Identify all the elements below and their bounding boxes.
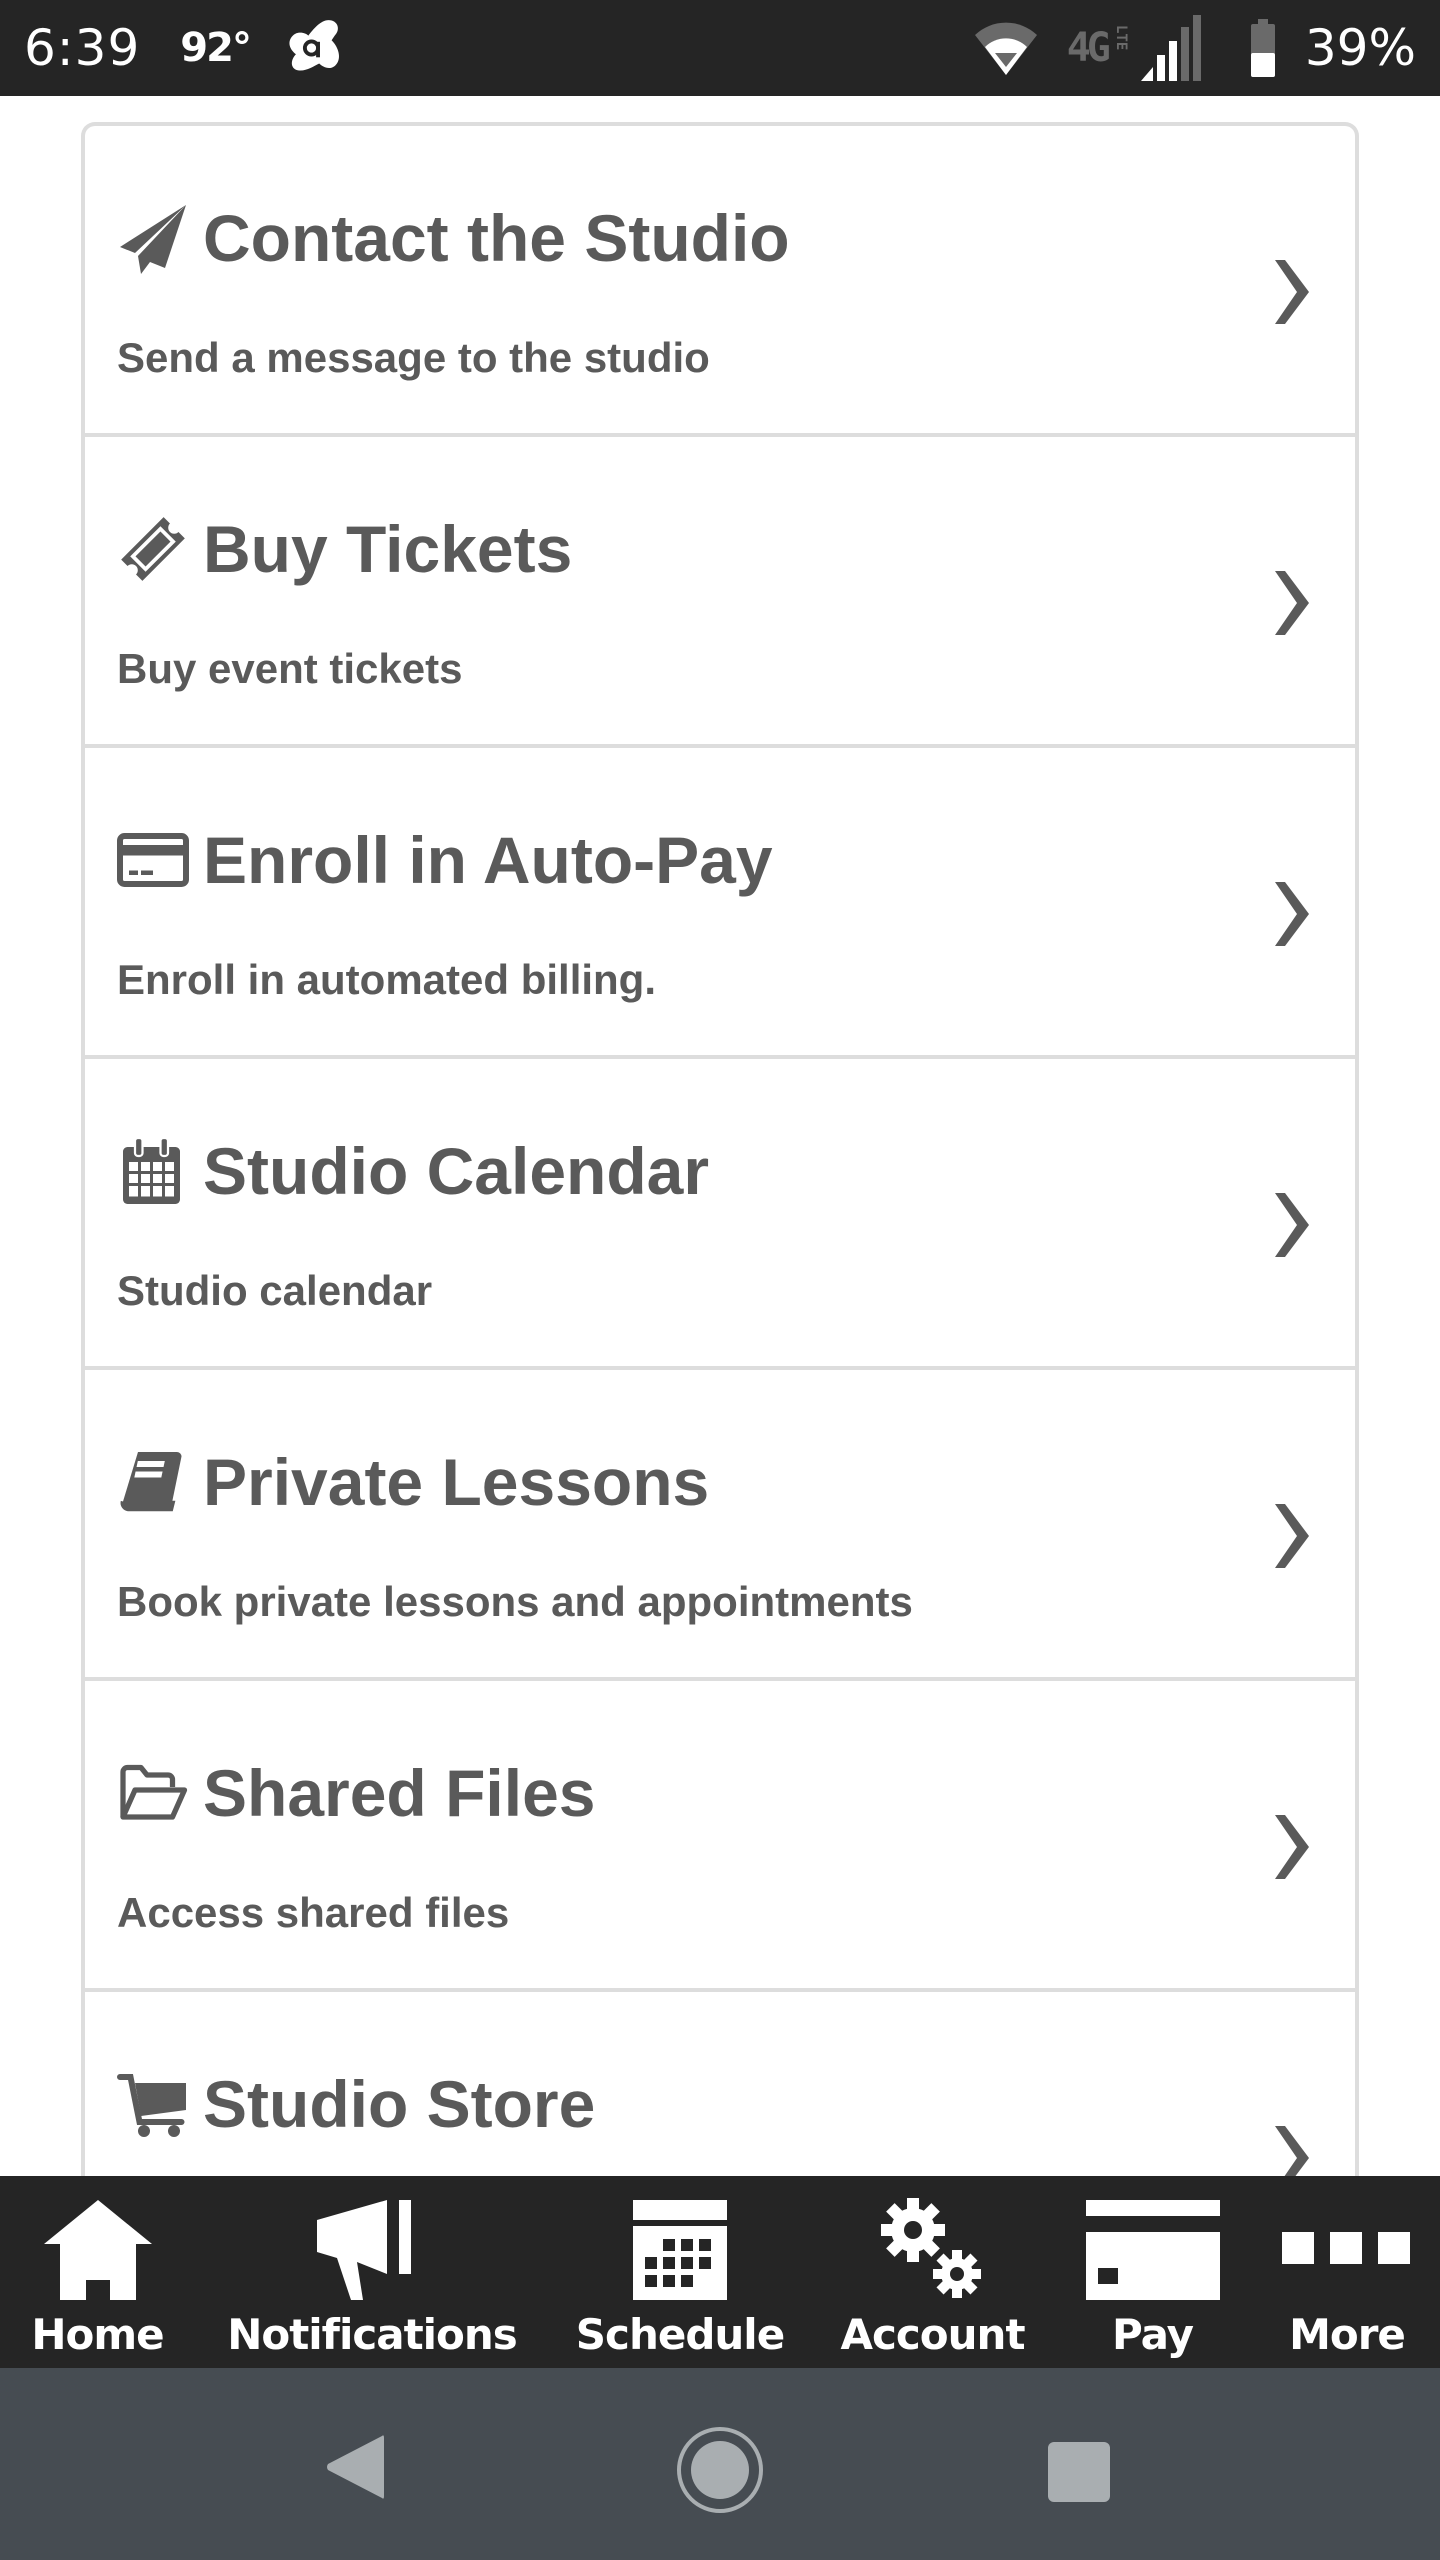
menu-item-buy-tickets[interactable]: Buy Tickets Buy event tickets xyxy=(85,437,1355,748)
more-icon xyxy=(1282,2198,1412,2302)
menu-item-title-row: Buy Tickets xyxy=(117,511,572,587)
back-icon[interactable] xyxy=(326,2434,384,2500)
menu-list: Contact the Studio Send a message to the… xyxy=(81,122,1359,2202)
status-temperature: 92° xyxy=(180,25,252,71)
network-type: 4G xyxy=(1066,25,1111,71)
battery-icon xyxy=(1250,19,1275,77)
ticket-icon xyxy=(117,513,189,585)
tab-label: Home xyxy=(31,2310,164,2359)
megaphone-icon xyxy=(317,2198,427,2302)
tab-schedule[interactable]: Schedule xyxy=(570,2176,790,2359)
tab-pay[interactable]: Pay xyxy=(1075,2176,1230,2359)
chevron-right-icon xyxy=(1275,260,1309,324)
menu-item-title: Studio Store xyxy=(203,2067,596,2141)
bottom-tab-bar: Home Notifications Schedule Account Pay … xyxy=(0,2176,1440,2368)
tab-label: More xyxy=(1289,2310,1406,2359)
home-nav-icon[interactable] xyxy=(676,2426,764,2514)
network-sub: LTE xyxy=(1112,25,1129,51)
menu-item-shared-files[interactable]: Shared Files Access shared files xyxy=(85,1681,1355,1992)
tab-label: Account xyxy=(840,2310,1025,2359)
tab-more[interactable]: More xyxy=(1262,2176,1432,2359)
tab-home[interactable]: Home xyxy=(20,2176,175,2359)
signal-icon xyxy=(1140,15,1201,81)
chevron-right-icon xyxy=(1275,571,1309,635)
menu-item-title: Buy Tickets xyxy=(203,512,573,586)
wifi-icon xyxy=(974,22,1037,75)
menu-item-title-row: Shared Files xyxy=(117,1755,596,1831)
menu-item-title-row: Studio Calendar xyxy=(117,1133,709,1209)
menu-item-title: Studio Calendar xyxy=(203,1134,710,1208)
chevron-right-icon xyxy=(1275,1193,1309,1257)
menu-item-description: Book private lessons and appointments xyxy=(117,1578,913,1625)
menu-item-studio-store[interactable]: Studio Store xyxy=(85,1992,1355,2202)
tab-account[interactable]: Account xyxy=(835,2176,1030,2359)
status-bar: 6:39 92° 4G LTE 39% xyxy=(0,0,1440,96)
shopping-cart-icon xyxy=(117,2068,189,2140)
menu-item-title: Private Lessons xyxy=(203,1445,710,1519)
menu-item-title-row: Contact the Studio xyxy=(117,200,790,276)
menu-item-description: Send a message to the studio xyxy=(117,334,710,381)
recents-icon[interactable] xyxy=(1048,2442,1110,2502)
avast-icon xyxy=(289,20,339,71)
menu-item-description: Enroll in automated billing. xyxy=(117,956,657,1003)
book-icon xyxy=(117,1446,189,1518)
tab-label: Schedule xyxy=(575,2310,785,2359)
tab-label: Pay xyxy=(1111,2310,1194,2359)
chevron-right-icon xyxy=(1275,1504,1309,1568)
credit-card-icon xyxy=(117,824,189,896)
menu-item-contact-studio[interactable]: Contact the Studio Send a message to the… xyxy=(85,126,1355,437)
menu-item-title: Contact the Studio xyxy=(203,201,790,275)
paper-plane-icon xyxy=(117,202,189,274)
status-time: 6:39 xyxy=(24,19,141,77)
tab-label: Notifications xyxy=(227,2310,518,2359)
menu-item-title: Shared Files xyxy=(203,1756,596,1830)
menu-item-title-row: Studio Store xyxy=(117,2066,595,2142)
tab-notifications[interactable]: Notifications xyxy=(222,2176,522,2359)
chevron-right-icon xyxy=(1275,882,1309,946)
battery-percent: 39% xyxy=(1304,19,1416,77)
credit-card-icon xyxy=(1085,2198,1220,2302)
folder-open-icon xyxy=(117,1757,189,1829)
menu-item-description: Access shared files xyxy=(117,1889,510,1936)
menu-item-title-row: Enroll in Auto-Pay xyxy=(117,822,773,898)
menu-item-title-row: Private Lessons xyxy=(117,1444,709,1520)
system-nav-bar xyxy=(0,2368,1440,2560)
calendar-icon xyxy=(633,2198,727,2302)
lte-icon: 4G LTE xyxy=(1067,25,1129,71)
chevron-right-icon xyxy=(1275,1815,1309,1879)
home-icon xyxy=(43,2198,152,2302)
menu-item-title: Enroll in Auto-Pay xyxy=(203,823,773,897)
menu-item-auto-pay[interactable]: Enroll in Auto-Pay Enroll in automated b… xyxy=(85,748,1355,1059)
gears-icon xyxy=(880,2198,985,2302)
calendar-icon xyxy=(117,1135,189,1207)
menu-item-description: Buy event tickets xyxy=(117,645,463,692)
menu-item-studio-calendar[interactable]: Studio Calendar Studio calendar xyxy=(85,1059,1355,1370)
menu-item-description: Studio calendar xyxy=(117,1267,433,1314)
menu-item-private-lessons[interactable]: Private Lessons Book private lessons and… xyxy=(85,1370,1355,1681)
